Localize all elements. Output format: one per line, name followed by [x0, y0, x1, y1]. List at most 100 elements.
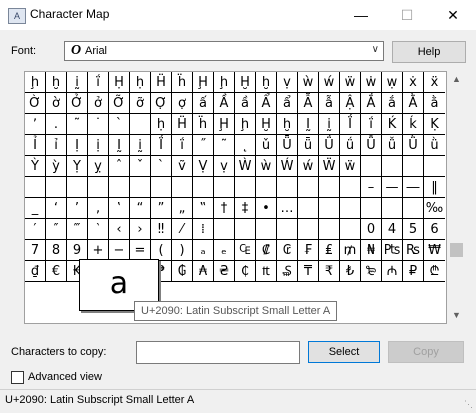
character-cell[interactable]: ḩ: [25, 72, 46, 93]
character-cell[interactable]: [277, 177, 298, 198]
character-cell[interactable]: ẇ: [361, 72, 382, 93]
character-cell[interactable]: ṿ: [214, 156, 235, 177]
character-cell[interactable]: ˝: [193, 135, 214, 156]
character-cell[interactable]: ḧ: [193, 114, 214, 135]
character-cell[interactable]: 6: [424, 219, 445, 240]
character-cell[interactable]: ‰: [424, 198, 445, 219]
character-cell[interactable]: ₺: [340, 261, 361, 282]
character-cell[interactable]: 5: [403, 219, 424, 240]
character-cell[interactable]: ḯ: [361, 114, 382, 135]
character-cell[interactable]: [109, 177, 130, 198]
character-cell[interactable]: ḭ: [319, 114, 340, 135]
character-cell[interactable]: ẉ: [382, 72, 403, 93]
character-cell[interactable]: 4: [382, 219, 403, 240]
character-cell[interactable]: [424, 156, 445, 177]
character-cell[interactable]: Ḯ: [340, 114, 361, 135]
title-bar[interactable]: A­ Character Map — ☐ ✕: [0, 0, 476, 30]
character-cell[interactable]: ₤: [319, 240, 340, 261]
character-cell[interactable]: [382, 198, 403, 219]
character-cell[interactable]: [151, 177, 172, 198]
character-cell[interactable]: [319, 198, 340, 219]
character-cell[interactable]: ₹: [319, 261, 340, 282]
character-cell[interactable]: ₡: [256, 240, 277, 261]
character-cell[interactable]: ấ: [193, 93, 214, 114]
character-cell[interactable]: ḩ: [214, 72, 235, 93]
character-cell[interactable]: ắ: [382, 93, 403, 114]
character-cell[interactable]: ǖ: [298, 135, 319, 156]
character-cell[interactable]: ₻: [361, 261, 382, 282]
character-cell[interactable]: ỳ: [46, 156, 67, 177]
character-cell[interactable]: ẍ: [424, 72, 445, 93]
character-cell[interactable]: Ḯ: [151, 135, 172, 156]
character-cell[interactable]: Ẩ: [256, 93, 277, 114]
character-cell[interactable]: Ḭ: [109, 135, 130, 156]
character-cell[interactable]: ẁ: [256, 156, 277, 177]
character-cell[interactable]: ẋ: [403, 72, 424, 93]
character-cell[interactable]: ‼: [151, 219, 172, 240]
character-cell[interactable]: ˛: [235, 135, 256, 156]
character-cell[interactable]: ẅ: [340, 72, 361, 93]
character-cell[interactable]: [403, 156, 424, 177]
character-cell[interactable]: ḫ: [256, 72, 277, 93]
character-cell[interactable]: Ḭ: [298, 114, 319, 135]
character-cell[interactable]: €: [46, 261, 67, 282]
character-cell[interactable]: [298, 219, 319, 240]
font-dropdown[interactable]: O Arial ∨: [64, 41, 384, 61]
character-cell[interactable]: ₫: [25, 261, 46, 282]
character-cell[interactable]: 8: [46, 240, 67, 261]
character-cell[interactable]: ₷: [277, 261, 298, 282]
character-cell[interactable]: ₶: [256, 261, 277, 282]
character-cell[interactable]: [88, 177, 109, 198]
character-cell[interactable]: ‹: [109, 219, 130, 240]
help-button[interactable]: Help: [392, 41, 466, 63]
minimize-button[interactable]: —: [338, 0, 384, 30]
character-cell[interactable]: ʼ: [25, 114, 46, 135]
character-cell[interactable]: Ẫ: [298, 93, 319, 114]
character-cell[interactable]: Ḱ: [382, 114, 403, 135]
character-cell[interactable]: Ḫ: [235, 72, 256, 93]
character-cell[interactable]: “: [130, 198, 151, 219]
character-cell[interactable]: ″: [46, 219, 67, 240]
character-cell[interactable]: 7: [25, 240, 46, 261]
character-cell[interactable]: ‘: [46, 198, 67, 219]
character-cell[interactable]: ›: [130, 219, 151, 240]
character-cell[interactable]: +: [88, 240, 109, 261]
character-cell[interactable]: ẩ: [277, 93, 298, 114]
character-cell[interactable]: Ầ: [214, 93, 235, 114]
character-cell[interactable]: .: [46, 114, 67, 135]
character-cell[interactable]: ḯ: [172, 135, 193, 156]
character-cell[interactable]: Ṿ: [193, 156, 214, 177]
character-cell[interactable]: Ǖ: [277, 135, 298, 156]
character-cell[interactable]: [130, 114, 151, 135]
character-cell[interactable]: [361, 198, 382, 219]
character-cell[interactable]: [340, 177, 361, 198]
character-cell[interactable]: ḭ: [130, 135, 151, 156]
character-cell[interactable]: [382, 156, 403, 177]
character-cell[interactable]: _: [25, 198, 46, 219]
character-cell[interactable]: Ḧ: [172, 114, 193, 135]
character-cell[interactable]: ḫ: [46, 72, 67, 93]
character-cell[interactable]: Ị: [67, 135, 88, 156]
character-cell[interactable]: ǔ: [256, 135, 277, 156]
character-cell[interactable]: ₧: [382, 240, 403, 261]
character-cell[interactable]: …: [277, 198, 298, 219]
character-cell[interactable]: ỡ: [130, 93, 151, 114]
character-cell[interactable]: ǜ: [424, 135, 445, 156]
character-cell[interactable]: Ḫ: [256, 114, 277, 135]
character-cell[interactable]: ₦: [361, 240, 382, 261]
character-cell[interactable]: ₢: [277, 240, 298, 261]
character-cell[interactable]: ‵: [88, 219, 109, 240]
character-cell[interactable]: ợ: [172, 93, 193, 114]
character-cell[interactable]: [46, 177, 67, 198]
character-cell[interactable]: Ẅ: [319, 156, 340, 177]
select-button[interactable]: Select: [308, 341, 380, 363]
character-cell[interactable]: =: [130, 240, 151, 261]
character-cell[interactable]: ẃ: [298, 156, 319, 177]
character-cell[interactable]: ⁞: [193, 219, 214, 240]
character-cell[interactable]: [298, 177, 319, 198]
character-cell[interactable]: •: [256, 198, 277, 219]
character-cell[interactable]: 9: [67, 240, 88, 261]
character-cell[interactable]: [256, 177, 277, 198]
character-cell[interactable]: ở: [88, 93, 109, 114]
character-cell[interactable]: [214, 219, 235, 240]
